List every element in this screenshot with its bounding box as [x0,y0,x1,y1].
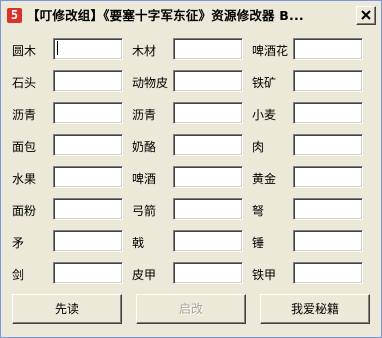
field-input-stone[interactable] [53,70,123,92]
text-caret [57,41,58,55]
field-input-hops[interactable] [293,38,363,60]
field-label-spear: 矛 [12,236,25,250]
field-input-mace[interactable] [293,230,363,252]
field-input-log[interactable] [53,38,123,60]
window-title: 【叮修改组】《要塞十字军东征》资源修改器 B... [27,8,304,23]
title-bar[interactable]: 5 【叮修改组】《要塞十字军东征》资源修改器 B... [1,1,381,29]
field-input-pitch-1[interactable] [53,102,123,124]
field-input-wheat[interactable] [293,102,363,124]
close-button[interactable] [356,6,376,25]
app-window: 5 【叮修改组】《要塞十字军东征》资源修改器 B... 圆木 木材 啤酒花 石头… [0,0,382,338]
field-input-cheese[interactable] [173,134,243,156]
field-label-leather-armor: 皮甲 [132,268,157,282]
field-label-cheese: 奶酪 [132,140,157,154]
field-label-crossbow: 弩 [252,204,265,218]
close-icon [361,10,371,20]
app-icon: 5 [7,8,22,23]
field-label-ale: 啤酒 [132,172,157,186]
field-input-flour[interactable] [53,198,123,220]
field-input-sword[interactable] [53,262,123,284]
field-label-pike: 戟 [132,236,145,250]
field-input-fruit[interactable] [53,166,123,188]
field-input-crossbow[interactable] [293,198,363,220]
field-input-pitch-2[interactable] [173,102,243,124]
field-label-bow: 弓箭 [132,204,157,218]
field-label-gold: 黄金 [252,172,277,186]
field-input-metal-armor[interactable] [293,262,363,284]
field-label-stone: 石头 [12,76,37,90]
read-button[interactable]: 先读 [12,294,122,324]
field-label-metal-armor: 铁甲 [252,268,277,282]
field-label-hide: 动物皮 [132,76,169,90]
field-input-bow[interactable] [173,198,243,220]
field-input-ale[interactable] [173,166,243,188]
field-input-wood[interactable] [173,38,243,60]
field-input-hide[interactable] [173,70,243,92]
field-label-pitch-2: 沥青 [132,108,157,122]
field-label-bread: 面包 [12,140,37,154]
field-input-bread[interactable] [53,134,123,156]
field-input-iron-ore[interactable] [293,70,363,92]
field-input-spear[interactable] [53,230,123,252]
activate-button[interactable]: 启改 [136,294,246,324]
field-input-gold[interactable] [293,166,363,188]
field-input-meat[interactable] [293,134,363,156]
field-label-iron-ore: 铁矿 [252,76,277,90]
field-label-sword: 剑 [12,268,25,282]
field-label-pitch-1: 沥青 [12,108,37,122]
field-label-fruit: 水果 [12,172,37,186]
field-label-flour: 面粉 [12,204,37,218]
field-input-pike[interactable] [173,230,243,252]
field-label-meat: 肉 [252,140,265,154]
field-label-log: 圆木 [12,44,37,58]
field-input-leather-armor[interactable] [173,262,243,284]
field-label-hops: 啤酒花 [252,44,289,58]
field-label-wood: 木材 [132,44,157,58]
field-label-wheat: 小麦 [252,108,277,122]
field-label-mace: 锤 [252,236,265,250]
secret-button[interactable]: 我爱秘籍 [260,294,370,324]
